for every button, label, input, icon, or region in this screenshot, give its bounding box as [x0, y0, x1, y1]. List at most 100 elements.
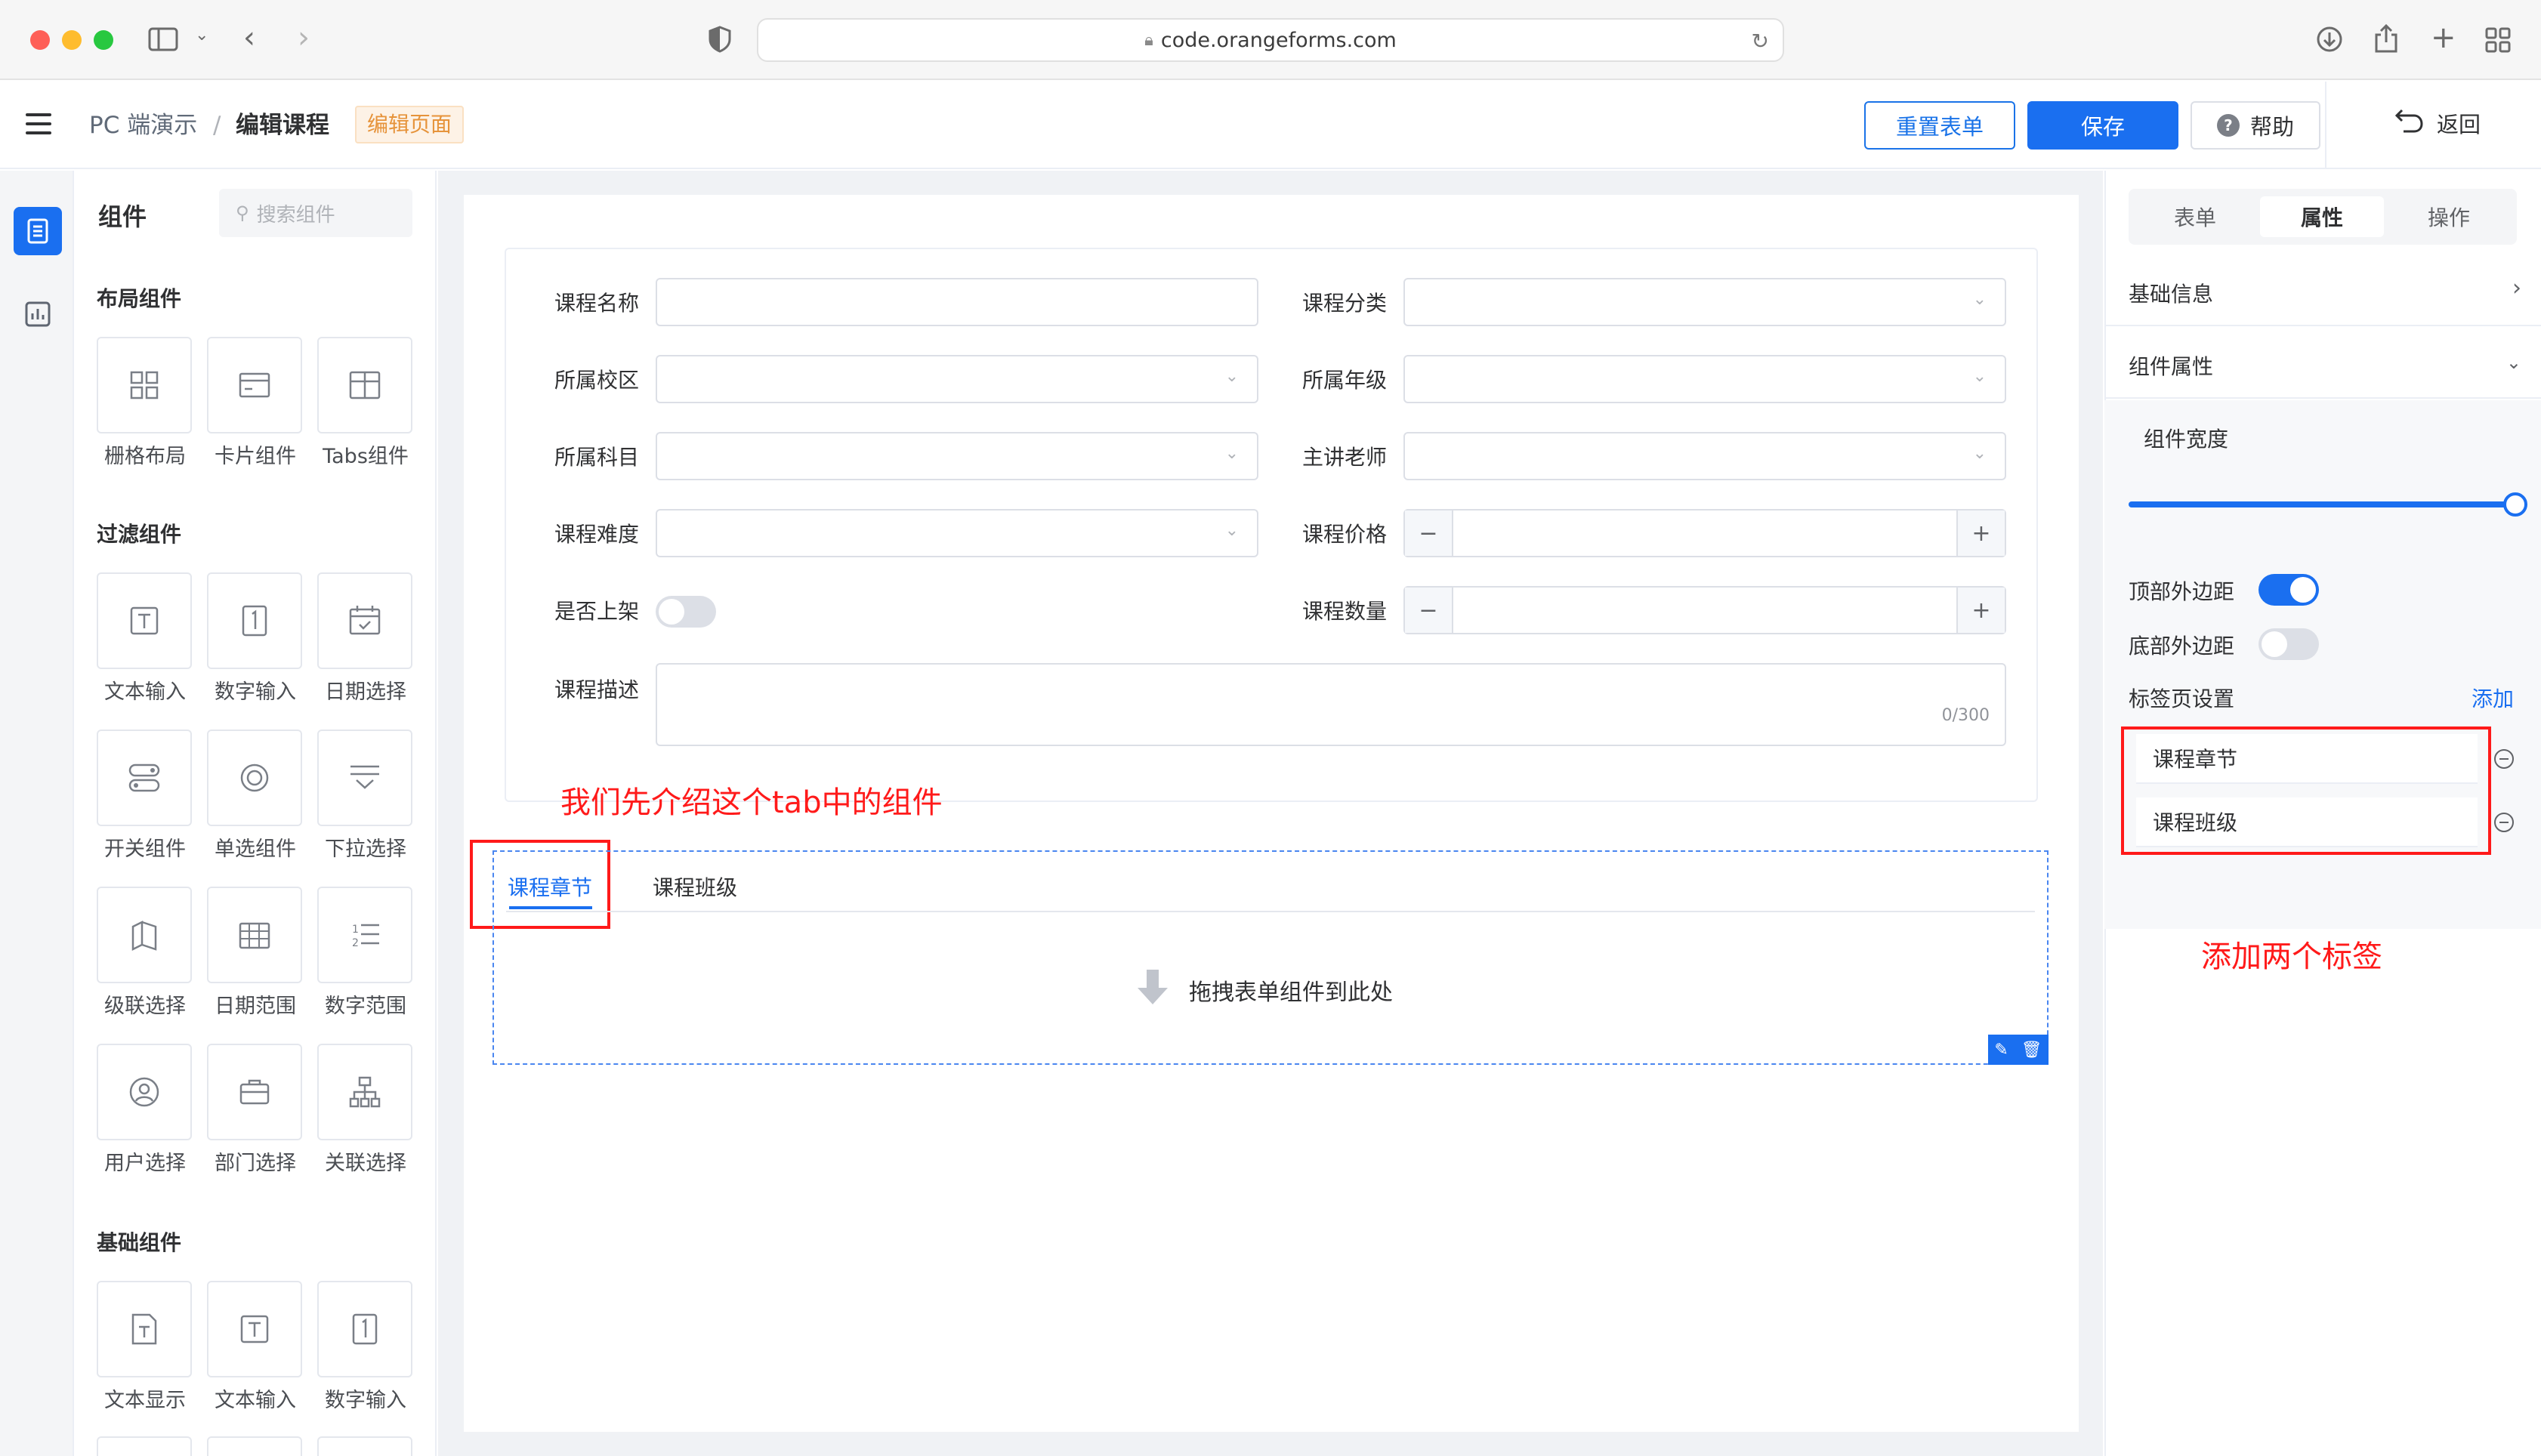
- reload-icon[interactable]: ↻: [1752, 29, 1769, 54]
- campus-select[interactable]: ⌄: [656, 355, 1258, 403]
- menu-icon[interactable]: [26, 113, 51, 134]
- decrement-icon[interactable]: −: [1405, 511, 1453, 556]
- field-label-teacher: 主讲老师: [1301, 445, 1387, 470]
- increment-icon[interactable]: +: [1956, 511, 2005, 556]
- palette-tile-label: 文本输入: [104, 680, 186, 704]
- sidebar-toggle-icon[interactable]: [148, 26, 178, 57]
- palette-tile-department-select[interactable]: [207, 1044, 302, 1140]
- close-window-button[interactable]: [30, 30, 50, 50]
- grade-select[interactable]: ⌄: [1403, 355, 2006, 403]
- palette-tile-date-range[interactable]: [207, 887, 302, 983]
- slider-handle[interactable]: [2503, 492, 2527, 517]
- quantity-number-input[interactable]: − +: [1403, 586, 2006, 634]
- palette-tile-date[interactable]: [317, 572, 412, 669]
- tab-course-class[interactable]: 课程班级: [653, 871, 737, 902]
- bottom-margin-switch[interactable]: [2258, 628, 2319, 660]
- page-mode-tag: 编辑页面: [355, 106, 465, 143]
- chevron-down-icon: ⌄: [1224, 444, 1239, 463]
- subject-select[interactable]: ⌄: [656, 432, 1258, 480]
- browser-toolbar: ⌄ ‹ › 🔒︎ code.orangeforms.com ↻ +: [0, 0, 2541, 80]
- difficulty-select[interactable]: ⌄: [656, 509, 1258, 557]
- width-slider[interactable]: [2129, 492, 2527, 517]
- chevron-down-icon: ⌄: [1972, 290, 1987, 309]
- chevron-down-icon[interactable]: ⌄: [195, 27, 208, 44]
- breadcrumb-root[interactable]: PC 端演示: [89, 110, 197, 140]
- delete-icon[interactable]: 🗑︎: [2021, 1041, 2042, 1060]
- palette-tile-partial[interactable]: [207, 1436, 302, 1456]
- palette-tile-switch[interactable]: [97, 730, 192, 826]
- basic-info-section[interactable]: 基础信息 ›: [2104, 255, 2541, 326]
- decrement-icon[interactable]: −: [1405, 588, 1453, 633]
- field-label-course-name: 课程名称: [554, 291, 639, 316]
- palette-tile-label: 用户选择: [104, 1152, 186, 1175]
- palette-tile-partial[interactable]: [97, 1436, 192, 1456]
- report-chart-icon[interactable]: [14, 290, 62, 338]
- price-number-input[interactable]: − +: [1403, 509, 2006, 557]
- palette-tile-text-input-basic[interactable]: [207, 1281, 302, 1377]
- palette-tile-dropdown[interactable]: [317, 730, 412, 826]
- reset-form-button[interactable]: 重置表单: [1864, 101, 2015, 150]
- remove-circle-icon[interactable]: [2494, 749, 2514, 769]
- calendar-icon: [349, 606, 381, 635]
- palette-tile-relation-select[interactable]: [317, 1044, 412, 1140]
- palette-tile-tabs[interactable]: [317, 337, 412, 433]
- palette-tile-number-input[interactable]: [207, 572, 302, 669]
- palette-tile-partial[interactable]: [317, 1436, 412, 1456]
- course-name-input[interactable]: [656, 278, 1258, 326]
- tab-attributes[interactable]: 属性: [2260, 196, 2384, 237]
- palette-tile-label: 栅格布局: [104, 445, 186, 468]
- palette-group-layout: 布局组件: [97, 286, 182, 311]
- palette-tile-number-input-basic[interactable]: [317, 1281, 412, 1377]
- field-label-grade: 所属年级: [1301, 368, 1387, 393]
- tabs-component[interactable]: 课程章节 课程班级 拖拽表单组件到此处 ✎ 🗑︎: [492, 850, 2049, 1065]
- on-shelf-switch[interactable]: [656, 596, 716, 628]
- forward-nav-icon[interactable]: ›: [298, 23, 310, 53]
- search-placeholder: 搜索组件: [256, 203, 335, 227]
- minimize-window-button[interactable]: [62, 30, 82, 50]
- remove-circle-icon[interactable]: [2494, 813, 2514, 832]
- url-bar[interactable]: 🔒︎ code.orangeforms.com ↻: [757, 18, 1784, 62]
- shield-icon[interactable]: [709, 26, 731, 57]
- download-icon[interactable]: [2316, 26, 2343, 57]
- back-nav-icon[interactable]: ‹: [243, 23, 255, 53]
- palette-tile-label: 日期范围: [215, 995, 296, 1018]
- share-icon[interactable]: [2373, 23, 2399, 57]
- palette-tile-cascader[interactable]: [97, 887, 192, 983]
- text-input-icon: [240, 1315, 269, 1343]
- tab-actions[interactable]: 操作: [2387, 196, 2511, 237]
- tab-form[interactable]: 表单: [2133, 196, 2257, 237]
- chevron-down-icon: ⌄: [1224, 367, 1239, 386]
- palette-tile-text-display[interactable]: [97, 1281, 192, 1377]
- description-textarea[interactable]: 0/300: [656, 663, 2006, 746]
- palette-tile-card[interactable]: [207, 337, 302, 433]
- number-input-icon: [242, 605, 267, 637]
- tab-course-chapter[interactable]: 课程章节: [508, 871, 592, 902]
- palette-tile-number-range[interactable]: 12: [317, 887, 412, 983]
- palette-tile-radio[interactable]: [207, 730, 302, 826]
- maximize-window-button[interactable]: [94, 30, 113, 50]
- tab-overview-icon[interactable]: [2485, 27, 2511, 57]
- top-margin-switch[interactable]: [2258, 574, 2319, 606]
- bottom-margin-label: 底部外边距: [2129, 634, 2235, 659]
- teacher-select[interactable]: ⌄: [1403, 432, 2006, 480]
- save-button[interactable]: 保存: [2027, 101, 2178, 150]
- new-tab-icon[interactable]: +: [2431, 23, 2456, 53]
- increment-icon[interactable]: +: [1956, 588, 2005, 633]
- palette-tile-grid-layout[interactable]: [97, 337, 192, 433]
- annotation-highlight-tab-items: [2121, 726, 2491, 855]
- component-props-section[interactable]: 组件属性 ⌄: [2104, 328, 2541, 399]
- palette-group-filter: 过滤组件: [97, 522, 182, 547]
- tabs-icon: [349, 371, 381, 399]
- undo-icon: [2394, 106, 2425, 140]
- cascader-icon: [131, 920, 157, 952]
- help-button[interactable]: ? 帮助: [2191, 101, 2320, 150]
- back-button[interactable]: 返回: [2394, 106, 2481, 140]
- svg-text:2: 2: [352, 937, 359, 949]
- palette-tile-text-input[interactable]: [97, 572, 192, 669]
- form-design-icon[interactable]: [14, 207, 62, 255]
- edit-icon[interactable]: ✎: [1994, 1041, 2008, 1060]
- palette-tile-user-select[interactable]: [97, 1044, 192, 1140]
- course-category-select[interactable]: ⌄: [1403, 278, 2006, 326]
- component-search-input[interactable]: ⚲ 搜索组件: [219, 189, 412, 237]
- add-tab-link[interactable]: 添加: [2472, 683, 2514, 713]
